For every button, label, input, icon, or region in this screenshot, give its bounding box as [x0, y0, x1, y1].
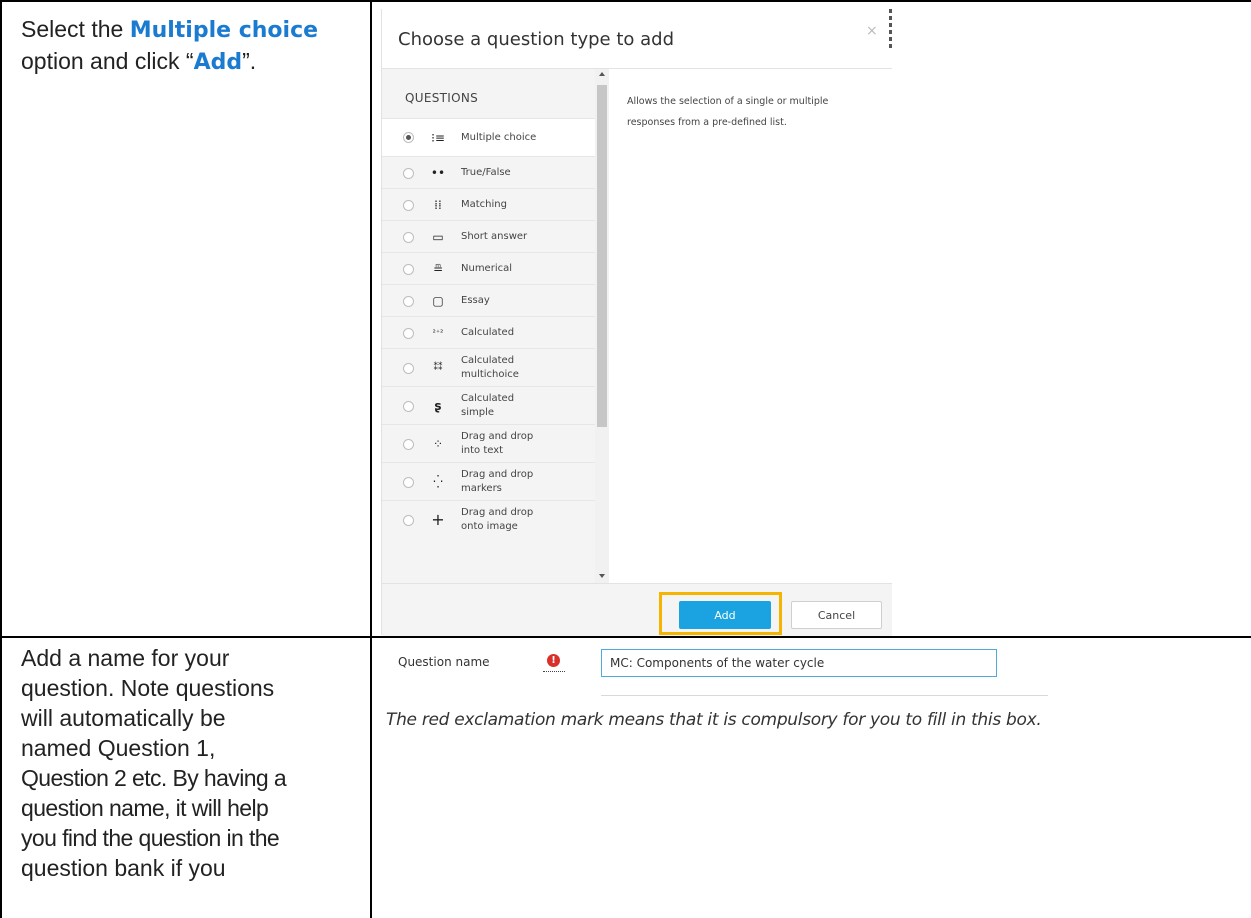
- question-type-drag-drop-markers[interactable]: ⁛ Drag and drop markers: [382, 462, 595, 501]
- radio-button[interactable]: [403, 401, 414, 412]
- radio-button[interactable]: [403, 363, 414, 374]
- question-name-input[interactable]: MC: Components of the water cycle: [601, 649, 997, 677]
- scrollbar-thumb[interactable]: [597, 85, 607, 427]
- question-type-drag-drop-image[interactable]: + Drag and drop onto image: [382, 500, 595, 539]
- drag-drop-image-icon: +: [431, 510, 445, 529]
- document-table: Select the Multiple choice option and cl…: [0, 0, 1251, 918]
- multiple-choice-icon: ⁝≡: [431, 131, 445, 145]
- question-type-label: Numerical: [461, 263, 513, 274]
- radio-button[interactable]: [403, 328, 414, 339]
- row2-instruction: Add a name for your question. Note quest…: [21, 643, 366, 883]
- table-border-top: [0, 0, 1251, 2]
- list-scrollbar[interactable]: [595, 69, 609, 583]
- question-type-label: Multiple choice: [461, 132, 537, 143]
- row1-instruction-line1: Select the Multiple choice: [21, 14, 366, 46]
- instruction-text: ”.: [242, 48, 257, 74]
- row2-instruction-line: Question 2 etc. By having a: [21, 765, 287, 791]
- question-type-numerical[interactable]: ≞ Numerical: [382, 252, 595, 285]
- dialog-footer: Add Cancel: [382, 583, 892, 636]
- table-border-left: [0, 0, 2, 918]
- question-type-short-answer[interactable]: ▭ Short answer: [382, 220, 595, 253]
- radio-button[interactable]: [403, 515, 414, 526]
- required-field-note: The red exclamation mark means that it i…: [386, 710, 1042, 730]
- field-divider: [601, 695, 1048, 696]
- cancel-button[interactable]: Cancel: [791, 601, 882, 629]
- question-type-multiple-choice[interactable]: ⁝≡ Multiple choice: [382, 118, 595, 157]
- calculated-icon: ²⁺²: [432, 328, 444, 337]
- instruction-highlight-add: Add: [193, 50, 243, 75]
- question-type-description: Allows the selection of a single or mult…: [627, 96, 829, 128]
- questions-heading: QUESTIONS: [405, 91, 479, 105]
- scroll-down-arrow-icon[interactable]: [599, 574, 605, 578]
- question-type-calculated-multichoice[interactable]: ⁑⁑ Calculated multichoice: [382, 348, 595, 387]
- dialog-title: Choose a question type to add: [398, 29, 675, 50]
- radio-button[interactable]: [403, 168, 414, 179]
- question-type-label: Drag and drop onto image: [461, 507, 534, 532]
- drag-drop-markers-icon: ⁛: [433, 475, 443, 489]
- dialog-edge-divider: [889, 9, 892, 49]
- radio-button[interactable]: [403, 232, 414, 243]
- row2-instruction-line: Add a name for your: [21, 645, 230, 671]
- radio-button[interactable]: [403, 200, 414, 211]
- question-type-label: Drag and drop into text: [461, 431, 534, 456]
- question-type-matching[interactable]: ⁞⁞ Matching: [382, 188, 595, 221]
- table-row-divider: [0, 636, 1251, 638]
- required-icon: !: [547, 654, 560, 667]
- instruction-text: option and click “: [21, 48, 194, 74]
- row1-instruction-line2: option and click “Add”.: [21, 46, 366, 78]
- instruction-text: Select the: [21, 16, 130, 42]
- dialog-header: Choose a question type to add ×: [382, 9, 892, 69]
- row2-instruction-line: question name, it will help: [21, 795, 269, 821]
- question-type-label: Calculated: [461, 327, 515, 338]
- row1-instruction: Select the Multiple choice option and cl…: [21, 14, 366, 78]
- close-icon[interactable]: ×: [866, 23, 878, 39]
- drag-drop-text-icon: ⁘: [432, 437, 444, 451]
- question-type-drag-drop-text[interactable]: ⁘ Drag and drop into text: [382, 424, 595, 463]
- question-type-true-false[interactable]: •• True/False: [382, 156, 595, 189]
- instruction-highlight-multiple-choice: Multiple choice: [129, 18, 319, 43]
- row2-instruction-line: question. Note questions: [21, 675, 275, 701]
- radio-button[interactable]: [403, 264, 414, 275]
- required-icon-underline: [543, 671, 565, 672]
- essay-icon: ▢: [432, 294, 444, 308]
- question-type-calculated[interactable]: ²⁺² Calculated: [382, 316, 595, 349]
- question-name-label: Question name: [398, 655, 490, 669]
- scroll-up-arrow-icon[interactable]: [599, 72, 605, 76]
- row2-instruction-line: named Question 1,: [21, 735, 216, 761]
- radio-button[interactable]: [403, 132, 414, 143]
- row2-instruction-line: question bank if you: [21, 855, 226, 881]
- question-type-label: Short answer: [461, 231, 528, 242]
- radio-button[interactable]: [403, 439, 414, 450]
- numerical-icon: ≞: [432, 262, 444, 276]
- matching-icon: ⁞⁞: [434, 198, 442, 212]
- table-column-divider: [370, 0, 372, 918]
- question-type-label: Calculated simple: [461, 393, 515, 418]
- question-type-dialog: Choose a question type to add × QUESTION…: [381, 9, 892, 636]
- add-button[interactable]: Add: [679, 601, 771, 629]
- question-type-label: Drag and drop markers: [461, 469, 534, 494]
- radio-button[interactable]: [403, 296, 414, 307]
- question-type-list: QUESTIONS ⁝≡ Multiple choice •• True/Fal…: [382, 69, 609, 583]
- radio-button[interactable]: [403, 477, 414, 488]
- question-type-label: True/False: [461, 167, 511, 178]
- short-answer-icon: ▭: [432, 230, 444, 244]
- true-false-icon: ••: [430, 166, 446, 180]
- question-type-label: Matching: [461, 199, 507, 210]
- question-type-calculated-simple[interactable]: ʂ Calculated simple: [382, 386, 595, 425]
- calculated-multichoice-icon: ⁑⁑: [433, 363, 443, 373]
- question-type-essay[interactable]: ▢ Essay: [382, 284, 595, 317]
- calculated-simple-icon: ʂ: [434, 399, 442, 413]
- row2-instruction-line: will automatically be: [21, 705, 226, 731]
- question-type-label: Calculated multichoice: [461, 355, 519, 380]
- question-type-label: Essay: [461, 295, 490, 306]
- row2-instruction-line: you find the question in the: [21, 825, 280, 851]
